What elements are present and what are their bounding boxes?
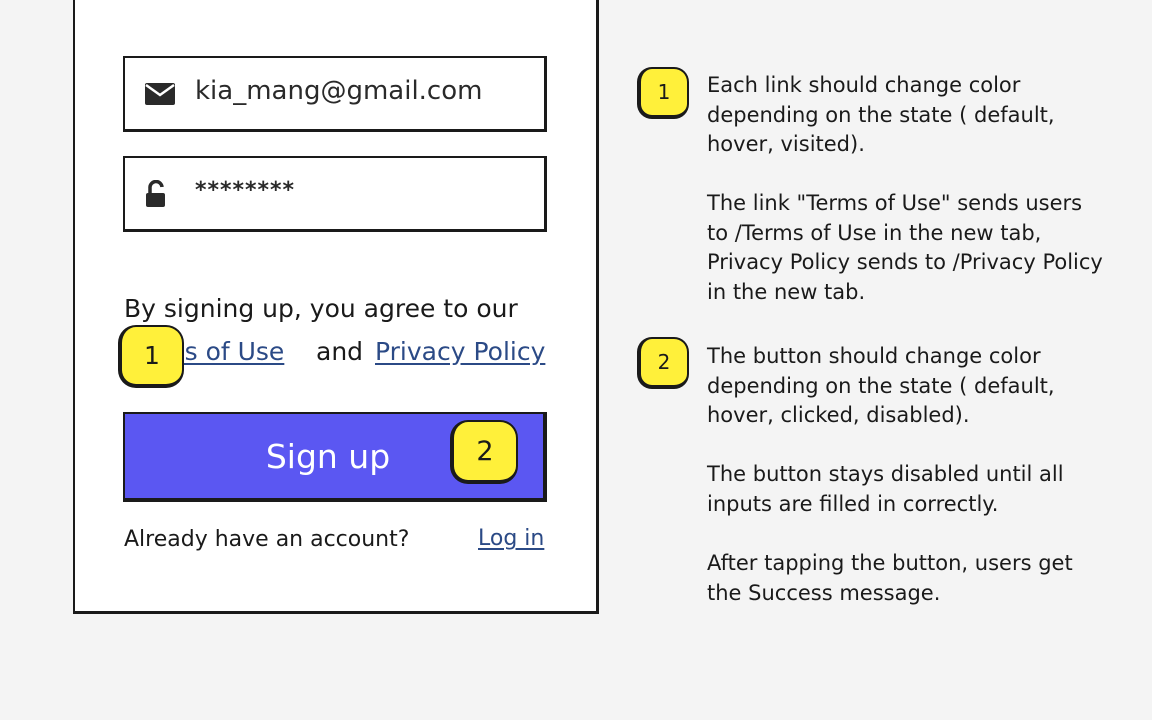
and-text: and — [316, 337, 364, 366]
note-text: After tapping the button, users get the … — [707, 551, 1073, 605]
note-badge-1: 1 — [637, 67, 689, 119]
annotation-badge-1: 1 — [118, 325, 184, 388]
note-1-paragraph-1: Each link should change color depending … — [707, 71, 1107, 160]
already-have-account-text: Already have an account? — [124, 527, 410, 552]
signup-button-label: Sign up — [265, 436, 391, 476]
password-field[interactable]: ******** — [123, 156, 547, 232]
note-text: The button should change color depending… — [707, 344, 1055, 427]
unlocked-padlock-icon — [145, 179, 167, 208]
note-1-paragraph-2: The link "Terms of Use" sends users to /… — [707, 189, 1107, 307]
email-value: kia_mang@gmail.com — [195, 76, 483, 106]
wireframe-canvas: kia_mang@gmail.com ******** By signing u… — [0, 0, 1152, 720]
annotation-badge-2: 2 — [450, 420, 518, 484]
privacy-policy-link[interactable]: Privacy Policy — [375, 337, 545, 366]
note-2-paragraph-2: The button stays disabled until all inpu… — [707, 460, 1107, 519]
email-field[interactable]: kia_mang@gmail.com — [123, 56, 547, 132]
note-2-paragraph-1: The button should change color depending… — [707, 342, 1107, 431]
agreement-text: By signing up, you agree to our — [124, 294, 518, 323]
login-link[interactable]: Log in — [478, 526, 544, 551]
note-text: Each link should change color depending … — [707, 73, 1055, 156]
password-value: ******** — [195, 178, 296, 203]
note-2-paragraph-3: After tapping the button, users get the … — [707, 549, 1107, 608]
note-text: The link "Terms of Use" sends users to /… — [707, 191, 1103, 304]
note-text: The button stays disabled until all inpu… — [707, 462, 1064, 516]
note-badge-2: 2 — [637, 337, 689, 389]
envelope-icon — [145, 82, 175, 105]
